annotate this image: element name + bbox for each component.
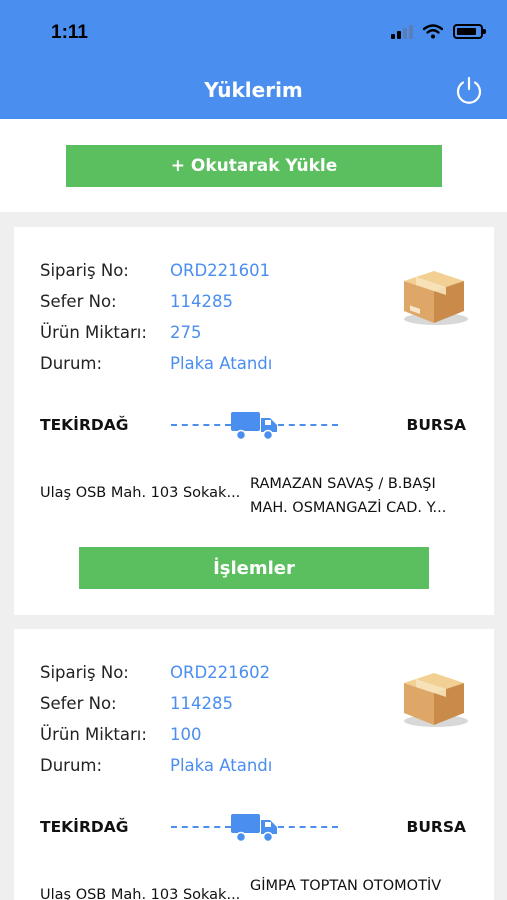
trip-no-value: 114285 xyxy=(170,694,233,713)
route-line-right xyxy=(278,424,338,426)
order-details: Sipariş No: ORD221602 Sefer No: 114285 Ü… xyxy=(40,657,272,781)
status-icons xyxy=(391,24,486,39)
status-time: 1:11 xyxy=(51,22,88,43)
trip-no-value: 114285 xyxy=(170,292,233,311)
destination-city: BURSA xyxy=(406,416,467,434)
cellular-signal-icon xyxy=(391,24,413,39)
quantity-row: Ürün Miktarı: 275 xyxy=(40,317,272,348)
trip-no-row: Sefer No: 114285 xyxy=(40,688,272,719)
trip-no-label: Sefer No: xyxy=(40,694,117,713)
package-box-icon xyxy=(404,673,468,727)
origin-city: TEKİRDAĞ xyxy=(40,818,129,836)
power-icon[interactable] xyxy=(454,75,484,105)
truck-icon xyxy=(231,814,277,843)
destination-address-line1: GİMPA TOPTAN OTOMOTİV xyxy=(250,878,442,894)
order-details: Sipariş No: ORD221601 Sefer No: 114285 Ü… xyxy=(40,255,272,379)
origin-address: Ulaş OSB Mah. 103 Sokak... xyxy=(40,887,241,900)
order-no-label: Sipariş No: xyxy=(40,663,129,682)
status-value: Plaka Atandı xyxy=(170,354,273,373)
page-title: Yüklerim xyxy=(204,78,303,102)
route: TEKİRDAĞ BURSA xyxy=(14,811,494,843)
destination-address-line2: MAH. OSMANGAZİ CAD. Y... xyxy=(250,500,447,516)
trip-no-row: Sefer No: 114285 xyxy=(40,286,272,317)
status-label: Durum: xyxy=(40,756,103,775)
quantity-row: Ürün Miktarı: 100 xyxy=(40,719,272,750)
quantity-label: Ürün Miktarı: xyxy=(40,323,147,342)
battery-icon xyxy=(453,24,486,39)
truck-icon xyxy=(231,412,277,441)
package-box-icon xyxy=(404,271,468,325)
order-no-row: Sipariş No: ORD221602 xyxy=(40,657,272,688)
quantity-value: 100 xyxy=(170,725,202,744)
quantity-value: 275 xyxy=(170,323,202,342)
route-line-left xyxy=(171,826,231,828)
trip-no-label: Sefer No: xyxy=(40,292,117,311)
order-card: Sipariş No: ORD221601 Sefer No: 114285 Ü… xyxy=(14,227,494,615)
status-row: Durum: Plaka Atandı xyxy=(40,750,272,781)
origin-address: Ulaş OSB Mah. 103 Sokak... xyxy=(40,485,241,501)
scan-section: + Okutarak Yükle xyxy=(0,119,507,212)
status-row: Durum: Plaka Atandı xyxy=(40,348,272,379)
scan-load-button[interactable]: + Okutarak Yükle xyxy=(66,145,442,187)
order-no-row: Sipariş No: ORD221601 xyxy=(40,255,272,286)
wifi-icon xyxy=(423,24,443,39)
status-label: Durum: xyxy=(40,354,103,373)
order-no-value: ORD221601 xyxy=(170,261,271,280)
destination-address-line1: RAMAZAN SAVAŞ / B.BAŞI xyxy=(250,476,436,492)
actions-button[interactable]: İşlemler xyxy=(79,547,429,589)
route-line-left xyxy=(171,424,231,426)
origin-city: TEKİRDAĞ xyxy=(40,416,129,434)
route: TEKİRDAĞ BURSA xyxy=(14,409,494,441)
destination-address: RAMAZAN SAVAŞ / B.BAŞI MAH. OSMANGAZİ CA… xyxy=(250,472,472,520)
route-line-right xyxy=(278,826,338,828)
status-value: Plaka Atandı xyxy=(170,756,273,775)
order-no-label: Sipariş No: xyxy=(40,261,129,280)
status-bar: 1:11 xyxy=(0,0,507,62)
order-no-value: ORD221602 xyxy=(170,663,271,682)
quantity-label: Ürün Miktarı: xyxy=(40,725,147,744)
destination-address: GİMPA TOPTAN OTOMOTİV xyxy=(250,874,472,898)
order-card: Sipariş No: ORD221602 Sefer No: 114285 Ü… xyxy=(14,629,494,900)
app-bar: Yüklerim xyxy=(0,62,507,119)
destination-city: BURSA xyxy=(406,818,467,836)
